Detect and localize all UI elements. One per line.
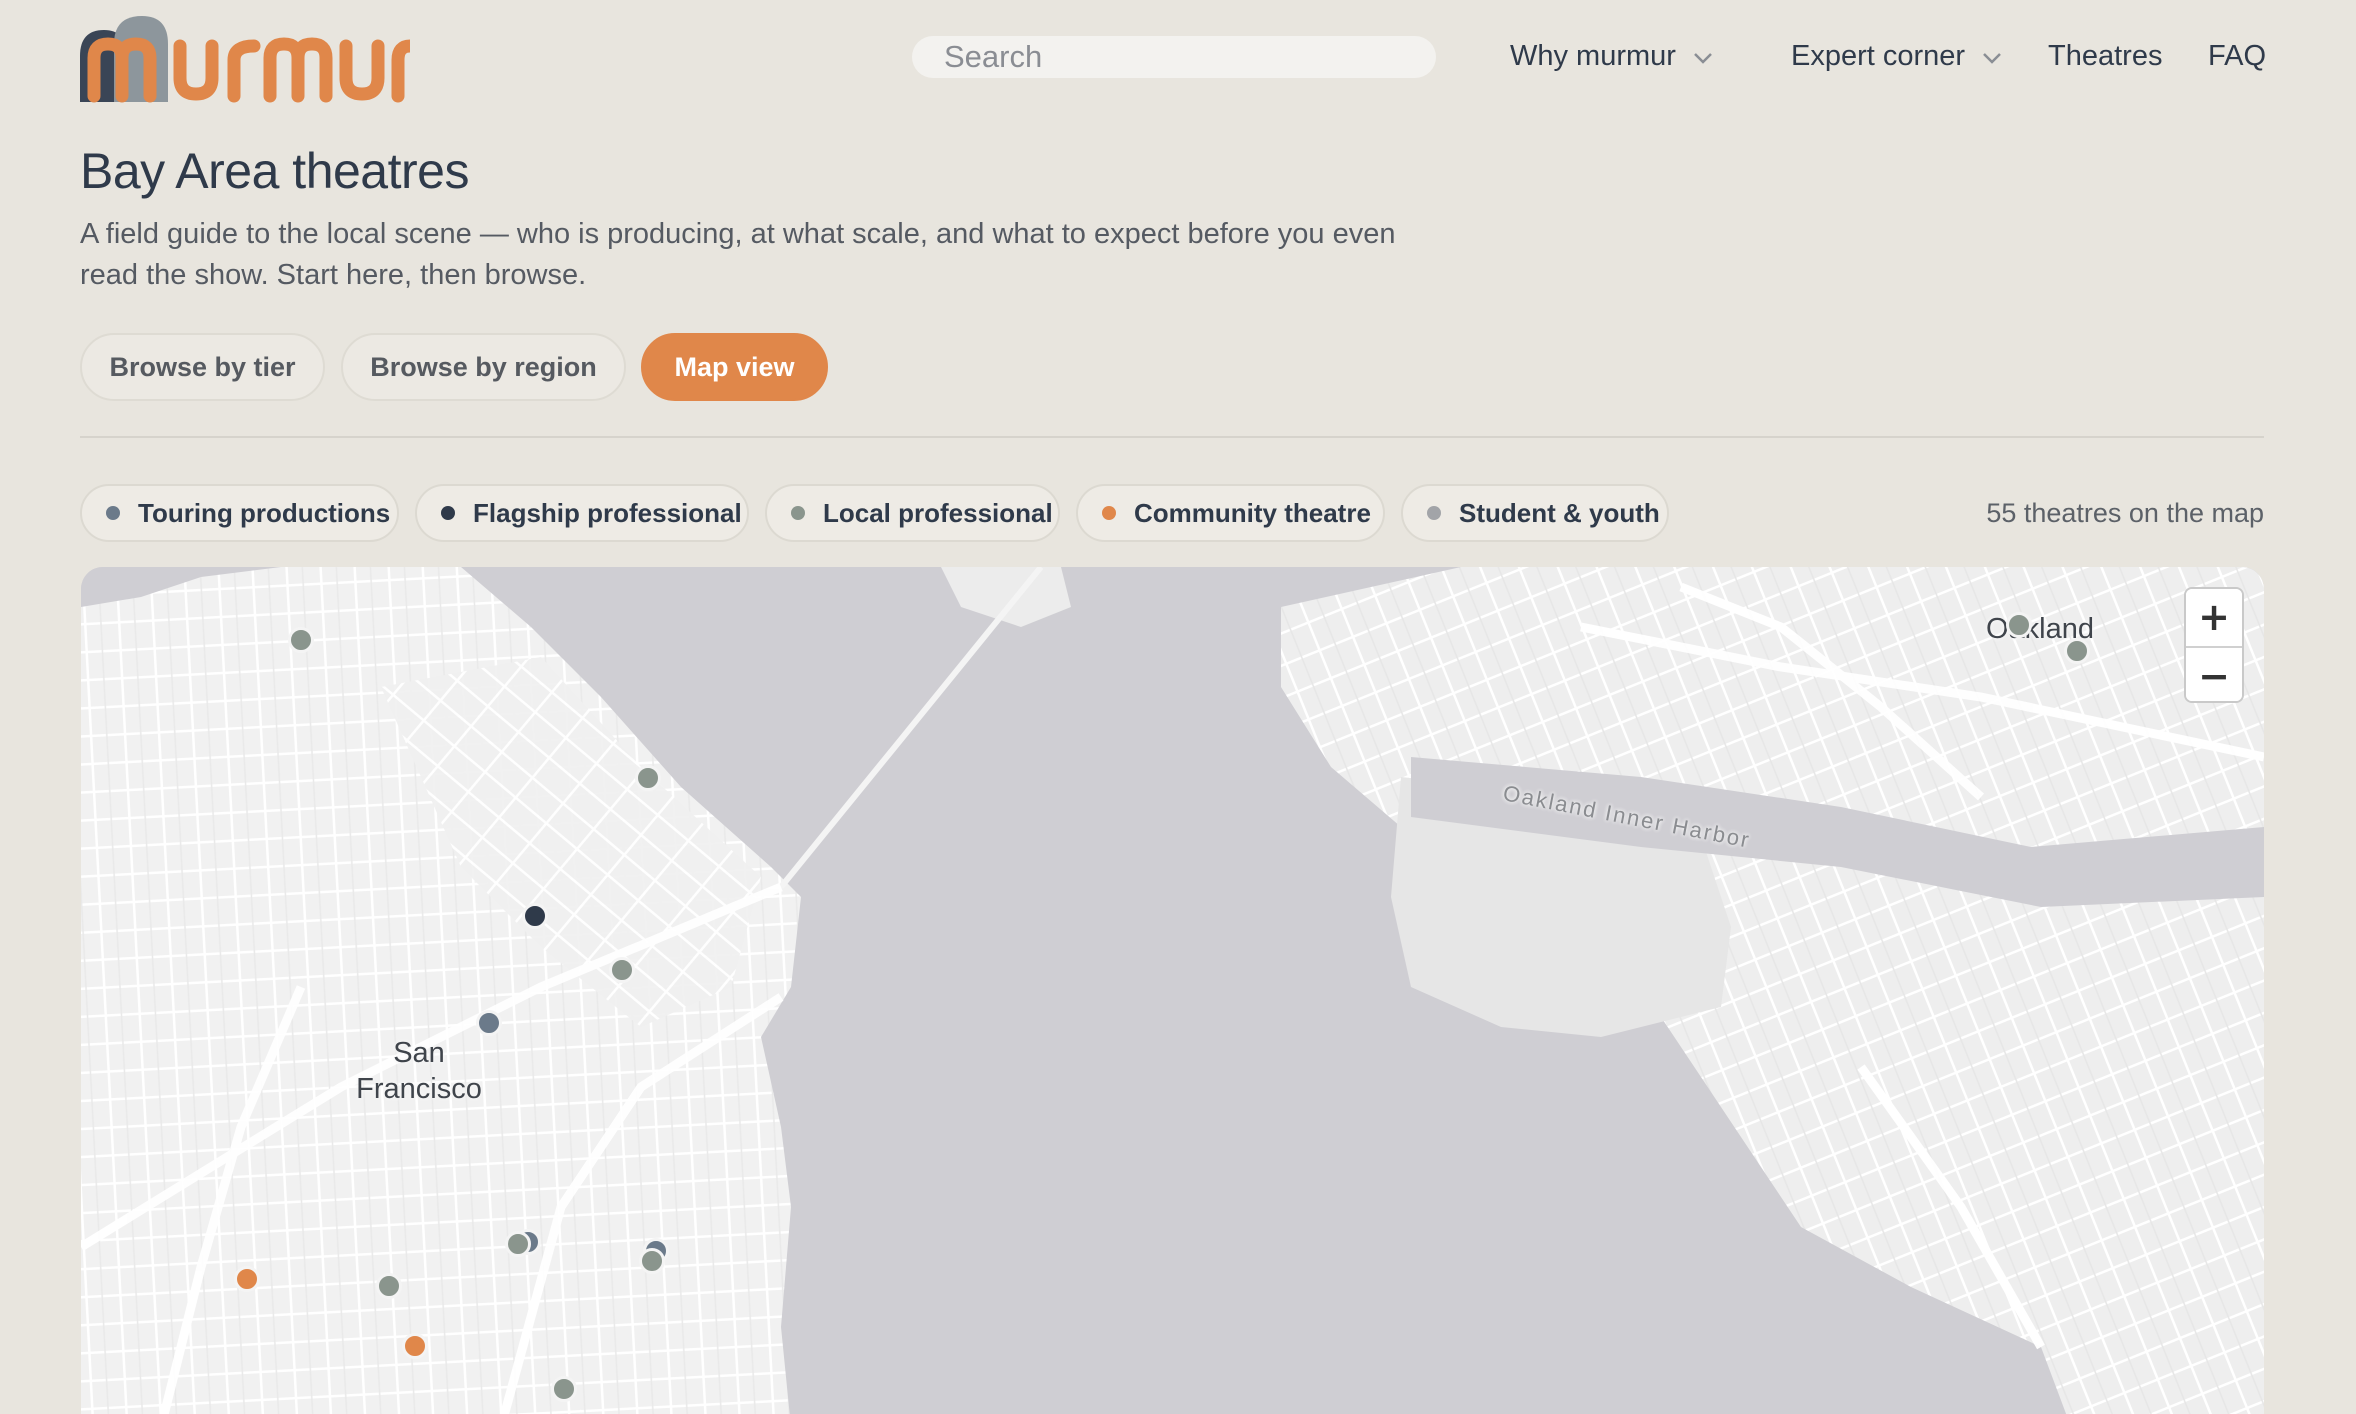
legend-label: Community theatre [1134,497,1371,528]
page-title: Bay Area theatres [80,143,469,199]
theatre-pin[interactable] [2006,612,2032,638]
nav-why-murmur[interactable]: Why murmur [1510,36,1714,76]
theatre-pin[interactable] [505,1231,531,1257]
theatre-pin[interactable] [609,957,635,983]
legend-community-theatre[interactable]: Community theatre [1076,484,1385,542]
legend-local-professional[interactable]: Local professional [765,484,1060,542]
theatre-pin[interactable] [635,765,661,791]
map[interactable]: San Francisco Oakland Oakland Inner Harb… [81,567,2264,1414]
legend-dot-icon [1102,506,1116,520]
nav-faq[interactable]: FAQ [2208,36,2266,76]
legend-dot-icon [106,506,120,520]
theatre-pin[interactable] [402,1333,428,1359]
browse-by-region-button[interactable]: Browse by region [341,333,626,401]
nav-theatres[interactable]: Theatres [2048,36,2162,76]
theatre-pin[interactable] [234,1266,260,1292]
nav-why-murmur-label: Why murmur [1510,40,1676,72]
legend-touring-productions[interactable]: Touring productions [80,484,399,542]
theatre-pin[interactable] [522,903,548,929]
page-subtitle: A field guide to the local scene — who i… [80,218,1396,291]
browse-by-tier-button[interactable]: Browse by tier [80,333,325,401]
nav-faq-label: FAQ [2208,40,2267,72]
nav-theatres-label: Theatres [2048,40,2163,72]
theatre-pin[interactable] [639,1248,665,1274]
search-input[interactable] [912,36,1436,78]
legend-label: Touring productions [138,497,391,528]
divider [80,436,2264,438]
legend-dot-icon [1427,506,1441,520]
theatre-pin[interactable] [476,1010,502,1036]
chevron-down-icon [1694,53,1712,64]
theatre-pin[interactable] [551,1376,577,1402]
legend-dot-icon [791,506,805,520]
legend-label: Flagship professional [473,497,742,528]
map-label-sf: San Francisco [356,1037,482,1105]
zoom-controls: + − [2184,587,2244,703]
nav-expert-corner-label: Expert corner [1791,40,1966,72]
legend-label: Local professional [823,497,1053,528]
map-view-button[interactable]: Map view [641,333,828,401]
theatre-pin[interactable] [288,627,314,653]
logo-mark [80,16,410,103]
legend-dot-icon [441,506,455,520]
zoom-out-button[interactable]: − [2186,646,2242,701]
murmur-logo[interactable]: murmur [80,12,410,104]
theatre-pin[interactable] [376,1273,402,1299]
legend-student-youth[interactable]: Student & youth [1401,484,1669,542]
chevron-down-icon [1983,53,2001,64]
legend-label: Student & youth [1459,497,1660,528]
theatre-pin[interactable] [2064,638,2090,664]
zoom-in-button[interactable]: + [2186,589,2242,646]
nav-expert-corner[interactable]: Expert corner [1791,36,2003,76]
map-basemap [81,567,2264,1414]
legend-flagship-professional[interactable]: Flagship professional [415,484,749,542]
theatre-count: 55 theatres on the map [1986,498,2264,528]
